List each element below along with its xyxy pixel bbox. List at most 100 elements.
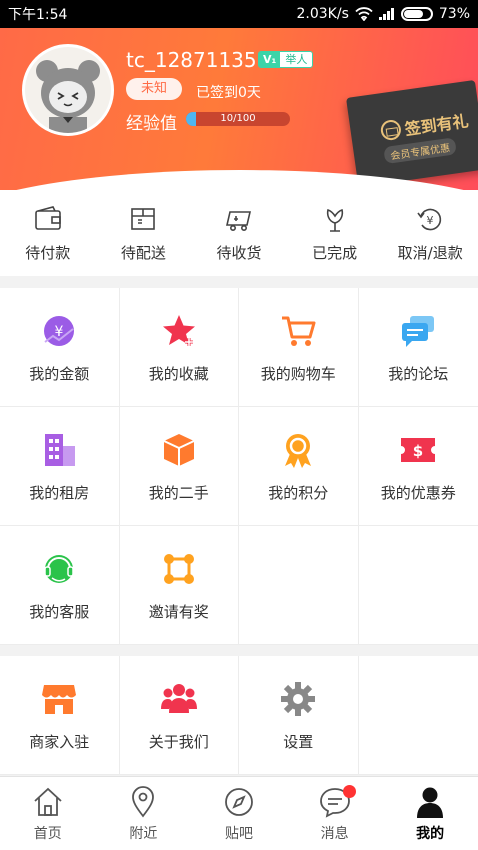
grid-item-coupons[interactable]: $ 我的优惠券 (358, 407, 478, 526)
profile-header: tc_12871135 V₁ 举人 未知 已签到0天 经验值 10/100 签到… (0, 28, 478, 190)
settings-grid: 商家入驻 关于我们 设置 (0, 656, 478, 775)
tab-label: 我的 (416, 826, 445, 842)
network-icon (163, 553, 194, 584)
truck-icon (225, 211, 251, 231)
package-icon (131, 208, 156, 230)
tab-mine[interactable]: 我的 (382, 777, 478, 850)
grid-empty-cell (239, 526, 359, 645)
svg-text:$: $ (413, 442, 423, 460)
order-pending-payment[interactable]: 待付款 (0, 190, 96, 276)
tab-label: 附近 (129, 826, 158, 842)
svg-text:¥: ¥ (427, 214, 434, 227)
battery-icon (400, 7, 433, 21)
gear-icon (281, 681, 316, 716)
location-icon (132, 786, 155, 818)
order-label: 已完成 (312, 244, 358, 262)
medal-icon (285, 433, 312, 468)
tab-forum[interactable]: 贴吧 (191, 777, 287, 850)
checkin-title: 签到有礼 (403, 111, 470, 140)
order-refund[interactable]: ¥ 取消/退款 (382, 190, 478, 276)
tab-nearby[interactable]: 附近 (96, 777, 192, 850)
headset-icon (44, 554, 74, 583)
avatar[interactable] (22, 44, 114, 136)
money-icon: ¥ (44, 315, 75, 346)
checkin-title-row: 签到有礼 (379, 107, 470, 143)
feature-grid: ¥ 我的金额 我的收藏 我的购物车 我的论坛 我的租房 我的二手 我的积分 $ (0, 288, 478, 645)
coupon-icon: $ (401, 437, 436, 462)
home-icon (34, 787, 62, 816)
tab-label: 消息 (320, 826, 349, 842)
exp-label: 经验值 (126, 114, 177, 134)
grid-item-merchant[interactable]: 商家入驻 (0, 656, 120, 775)
grid-label: 我的二手 (148, 483, 209, 502)
tab-messages[interactable]: 消息 (287, 777, 383, 850)
message-badge-dot (342, 785, 356, 798)
grid-item-cart[interactable]: 我的购物车 (239, 288, 359, 407)
compass-icon (225, 788, 253, 816)
wifi-icon (355, 7, 373, 21)
gift-icon (379, 118, 403, 142)
battery-level-fill (403, 10, 423, 18)
group-icon (160, 683, 197, 713)
order-label: 待配送 (120, 244, 166, 262)
bottom-tab-bar: 首页 附近 贴吧 消息 我的 (0, 776, 478, 850)
username: tc_12871135 (126, 48, 257, 72)
tab-home[interactable]: 首页 (0, 777, 96, 850)
grid-item-customer-service[interactable]: 我的客服 (0, 526, 120, 645)
grid-item-forum[interactable]: 我的论坛 (358, 288, 478, 407)
order-pending-receipt[interactable]: 待收货 (191, 190, 287, 276)
order-completed[interactable]: 已完成 (287, 190, 383, 276)
star-icon (162, 314, 195, 346)
tab-label: 贴吧 (224, 826, 253, 842)
grid-item-invite[interactable]: 邀请有奖 (119, 526, 239, 645)
person-icon (417, 787, 444, 818)
order-label: 取消/退款 (397, 244, 463, 262)
checkin-gift-card[interactable]: 签到有礼 会员专属优惠 (346, 79, 478, 188)
grid-label: 我的积分 (268, 483, 329, 502)
order-label: 待收货 (216, 244, 262, 262)
checkin-days: 已签到0天 (196, 85, 261, 101)
box-icon (163, 433, 195, 466)
page: 下午1:54 2.03K/s 73% tc_12871135 V₁ 举人 未知 … (0, 0, 478, 850)
grid-label: 关于我们 (148, 732, 209, 751)
grid-label: 我的租房 (29, 483, 90, 502)
grid-item-rental[interactable]: 我的租房 (0, 407, 120, 526)
grid-label: 商家入驻 (29, 732, 90, 751)
grid-label: 我的金额 (29, 364, 90, 383)
grid-item-settings[interactable]: 设置 (239, 656, 359, 775)
cart-icon (282, 316, 316, 346)
grid-item-secondhand[interactable]: 我的二手 (119, 407, 239, 526)
shop-icon (42, 684, 77, 714)
vip-badge: V₁ 举人 (258, 51, 314, 68)
grid-label: 我的购物车 (260, 364, 336, 383)
gender-pill: 未知 (126, 78, 182, 100)
grid-empty-cell (358, 526, 478, 645)
refund-icon: ¥ (417, 208, 442, 231)
vip-title: 举人 (280, 52, 313, 67)
wallet-icon (34, 206, 61, 230)
order-pending-delivery[interactable]: 待配送 (96, 190, 192, 276)
grid-label: 我的论坛 (388, 364, 449, 383)
grid-label: 我的收藏 (148, 364, 209, 383)
grid-item-money[interactable]: ¥ 我的金额 (0, 288, 120, 407)
order-label: 待付款 (25, 244, 71, 262)
battery-percent: 73% (438, 6, 470, 22)
vip-level: V₁ (259, 52, 281, 67)
grid-empty-cell (358, 656, 478, 775)
flower-icon (326, 208, 343, 232)
exp-progress-bar: 10/100 (186, 112, 290, 126)
grid-label: 我的客服 (29, 602, 90, 621)
grid-item-favorites[interactable]: 我的收藏 (119, 288, 239, 407)
signal-icon (378, 8, 394, 20)
status-bar: 下午1:54 2.03K/s 73% (0, 0, 478, 28)
building-icon (45, 433, 76, 466)
grid-label: 我的优惠券 (380, 483, 456, 502)
tab-label: 首页 (33, 826, 62, 842)
grid-item-points[interactable]: 我的积分 (239, 407, 359, 526)
exp-progress-text: 10/100 (220, 113, 256, 124)
chat-icon (402, 315, 435, 347)
network-speed: 2.03K/s (296, 6, 349, 22)
grid-item-about[interactable]: 关于我们 (119, 656, 239, 775)
order-status-row: 待付款 待配送 待收货 已完成 ¥ 取消/退款 (0, 190, 478, 276)
grid-label: 设置 (283, 732, 314, 751)
